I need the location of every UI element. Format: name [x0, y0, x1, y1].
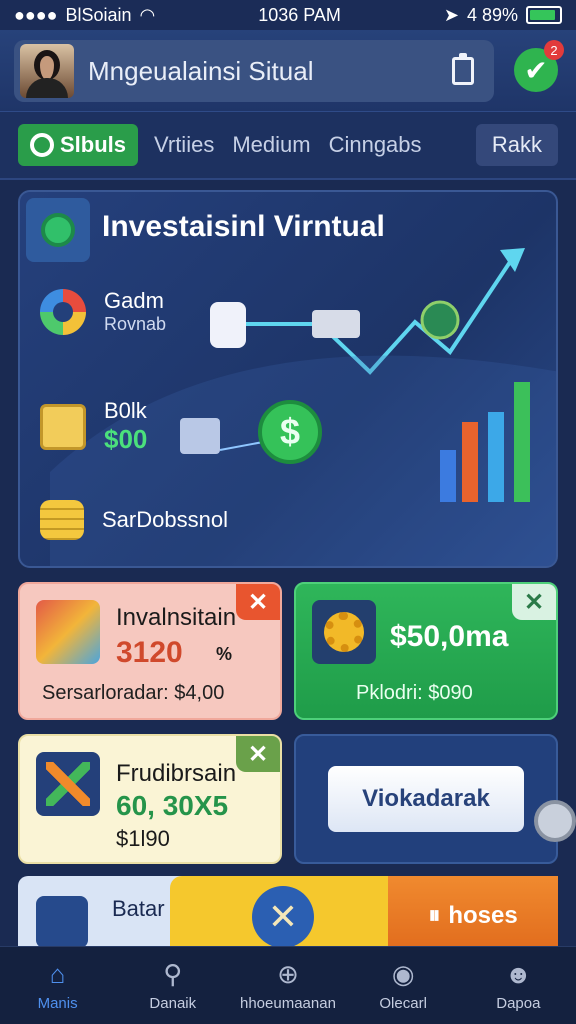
search-icon: ⚲ [163, 958, 183, 989]
home-icon: ⌂ [49, 958, 66, 989]
pie-chart-icon [40, 288, 86, 335]
action-card: Viokadarak [294, 734, 558, 864]
app-header: Mngeualainsi Situal ✔ 2 [0, 30, 576, 112]
carrier-label: BlSoiain [65, 4, 132, 25]
signal-icon: ●●●● [14, 4, 58, 25]
banner-left-panel[interactable]: Batar [18, 876, 188, 956]
card-footer: Sersarloradar: $4,00 [42, 682, 225, 704]
percent-badge: % [216, 644, 233, 664]
hoses-button[interactable]: ⏸ hoses [388, 876, 558, 956]
row-label: SarDobssnol [102, 506, 228, 532]
profile-icon: ☻ [504, 958, 533, 989]
coins-icon [40, 500, 84, 540]
hero-row-gadm: Gadm Rovnab [40, 288, 166, 335]
pause-icon: ⏸ [428, 902, 441, 929]
nav-label: Olecarl [379, 995, 427, 1012]
investment-card[interactable]: Invalnsitain 3120 % Sersarloradar: $4,00… [18, 582, 282, 720]
nav-home[interactable]: ⌂ Manis [3, 958, 113, 1013]
card-title: Invalnsitain [116, 604, 237, 631]
bottom-navigation: ⌂ Manis ⚲ Danaik ⊕ hhoeumaanan ◉ Olecarl… [0, 946, 576, 1024]
nav-label: Dapoa [496, 995, 541, 1012]
clock: 1036 PAM [258, 4, 341, 25]
lock-icon: ⊕ [277, 958, 299, 989]
nav-lock[interactable]: ⊕ hhoeumaanan [233, 958, 343, 1013]
row-sub: Rovnab [104, 314, 167, 335]
hero-row-bolk: B0lk $00 [40, 398, 147, 455]
row-label: Gadm [104, 288, 164, 313]
card-value: 3120 [116, 636, 183, 669]
wifi-icon: ◠ [139, 4, 156, 25]
refresh-icon [26, 198, 90, 262]
tab-bar: Slbuls Vrtiies Medium Cinngabs Rakk [0, 112, 576, 180]
tab-label: Slbuls [60, 132, 127, 157]
nav-label: Manis [37, 995, 78, 1012]
row-label: B0lk [104, 398, 147, 423]
refresh-icon [30, 133, 54, 157]
tab-rakk[interactable]: Rakk [475, 124, 558, 166]
card-footer: Pklodri: $090 [356, 682, 473, 704]
avatar[interactable] [20, 44, 74, 98]
header-title: Mngeualainsi Situal [88, 55, 314, 86]
tools-icon [36, 752, 100, 816]
nav-profile[interactable]: ☻ Dapoa [463, 958, 573, 1013]
close-icon[interactable]: ✕ [236, 584, 280, 620]
clipboard-icon[interactable] [452, 53, 474, 85]
tab-medium[interactable]: Medium [230, 124, 312, 166]
investment-hero-card[interactable]: Investaisinl Virntual Gadm Rovnab B0lk $… [18, 190, 558, 568]
tab-slbuls[interactable]: Slbuls [18, 124, 139, 166]
banner-middle-panel: ✕ [170, 876, 396, 956]
location-icon: ➤ [443, 4, 459, 25]
hero-row-sardobssnol: SarDobssnol [40, 500, 228, 540]
fund-card[interactable]: Frudibrsain 60, 30X5 $1l90 ✕ [18, 734, 282, 864]
fruit-icon [36, 600, 100, 664]
notification-badge: 2 [544, 40, 564, 60]
card-footer: $1l90 [116, 826, 170, 851]
viokadarak-button[interactable]: Viokadarak [328, 766, 524, 832]
banner-right-label: hoses [448, 902, 518, 929]
close-icon[interactable]: ✕ [512, 584, 556, 620]
nav-label: Danaik [149, 995, 197, 1012]
close-circle-button[interactable]: ✕ [252, 886, 314, 948]
card-value: $50,0ma [390, 620, 509, 653]
row-value: $00 [104, 424, 148, 455]
status-bar: ●●●● BlSoiain ◠ 1036 PAM ➤ 4 89% [0, 0, 576, 30]
battery-percent: 4 89% [466, 4, 518, 25]
nav-label: hhoeumaanan [240, 995, 336, 1012]
balance-card[interactable]: $50,0ma Pklodri: $090 ✕ [294, 582, 558, 720]
close-icon[interactable]: ✕ [236, 736, 280, 772]
nav-magnify[interactable]: ◉ Olecarl [348, 958, 458, 1013]
checkmark-icon: ✔ [524, 54, 548, 86]
gear-icon [36, 896, 88, 948]
card-value: 60, 30X5 [116, 790, 229, 821]
battery-icon [526, 6, 562, 24]
magnify-icon: ◉ [391, 958, 415, 989]
dollar-coin-icon: $ [258, 400, 322, 464]
card-title: Frudibrsain [116, 760, 237, 787]
floating-action-button[interactable] [534, 800, 576, 842]
tab-cinngabs[interactable]: Cinngabs [327, 124, 424, 166]
nav-search[interactable]: ⚲ Danaik [118, 958, 228, 1013]
check-button[interactable]: ✔ 2 [514, 40, 564, 92]
gear-icon [312, 600, 376, 664]
tab-vrtiies[interactable]: Vrtiies [152, 124, 216, 166]
banner-label: Batar [112, 896, 165, 921]
calculator-icon [40, 403, 86, 450]
hero-title: Investaisinl Virntual [102, 210, 385, 243]
header-search-bar[interactable]: Mngeualainsi Situal [14, 40, 494, 102]
